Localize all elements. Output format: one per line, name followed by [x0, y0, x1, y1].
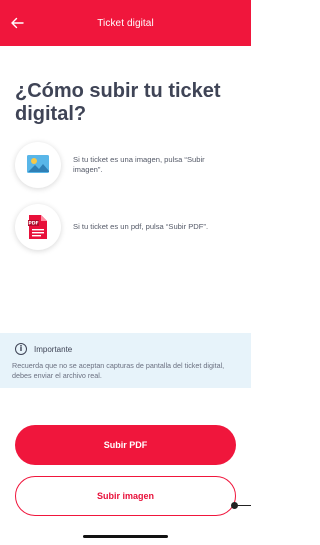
home-indicator[interactable] — [83, 535, 168, 538]
upload-pdf-button[interactable]: Subir PDF — [15, 425, 236, 465]
page-title: ¿Cómo subir tu ticket digital? — [15, 80, 221, 125]
edge-pointer-dot — [231, 502, 238, 509]
step-pdf: PDF Si tu ticket es un pdf, pulsa “Subir… — [15, 202, 240, 252]
top-bar: Ticket digital — [0, 0, 251, 46]
step-pdf-icon-wrap: PDF — [15, 204, 61, 250]
step-pdf-text: Si tu ticket es un pdf, pulsa “Subir PDF… — [73, 222, 209, 231]
notice-body: Recuerda que no se aceptan capturas de p… — [12, 361, 225, 380]
step-image-icon-wrap — [15, 142, 61, 188]
notice-title: Importante — [34, 344, 73, 354]
svg-text:PDF: PDF — [28, 221, 38, 227]
back-button[interactable] — [6, 13, 28, 33]
step-image: Si tu ticket es una imagen, pulsa “Subir… — [15, 140, 240, 190]
info-icon: i — [15, 343, 27, 355]
important-notice: i Importante Recuerda que no se aceptan … — [0, 333, 251, 388]
header-title: Ticket digital — [97, 17, 154, 29]
screen: Ticket digital ¿Cómo subir tu ticket dig… — [0, 0, 251, 545]
notice-header: i Importante — [15, 342, 239, 356]
arrow-left-icon — [11, 17, 24, 29]
edge-pointer-line — [236, 505, 251, 506]
pdf-file-icon: PDF — [28, 215, 47, 239]
image-file-icon — [27, 155, 49, 173]
step-image-text: Si tu ticket es una imagen, pulsa “Subir… — [73, 155, 205, 174]
upload-image-button[interactable]: Subir imagen — [15, 476, 236, 516]
